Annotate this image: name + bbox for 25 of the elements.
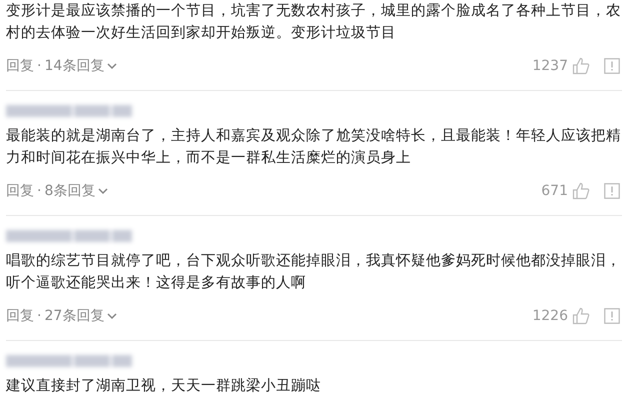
- report-icon[interactable]: [604, 58, 620, 74]
- chevron-down-icon[interactable]: [98, 188, 108, 194]
- like-count: 1226: [532, 308, 568, 324]
- like-count: 671: [541, 183, 568, 199]
- separator-dot: ·: [37, 183, 42, 199]
- chevron-down-icon[interactable]: [107, 62, 118, 70]
- reply-link[interactable]: 回复: [6, 182, 34, 200]
- separator-dot: ·: [37, 58, 42, 74]
- thumbs-up-icon[interactable]: [572, 307, 590, 325]
- like-count: 1237: [532, 58, 568, 74]
- comment-text: 唱歌的综艺节目就停了吧，台下观众听歌还能掉眼泪，我真怀疑他爹妈死时候他都没掉眼泪，听个逼歌还能哭出来！这得是多有故事的人啊: [6, 252, 622, 293]
- separator-dot: ·: [37, 308, 42, 324]
- comment-text: 建议直接封了湖南卫视，天天一群跳梁小丑蹦哒: [6, 376, 322, 396]
- reply-link[interactable]: 回复: [6, 57, 34, 75]
- report-icon[interactable]: [604, 183, 620, 199]
- reply-link[interactable]: 回复: [6, 307, 34, 325]
- replies-link[interactable]: 14条回复: [44, 57, 104, 75]
- thumbs-up-icon[interactable]: [572, 57, 590, 75]
- chevron-down-icon[interactable]: [107, 312, 118, 320]
- replies-link[interactable]: 8条回复: [44, 182, 96, 200]
- report-icon[interactable]: [604, 308, 620, 324]
- comment-text: 变形计是最应该禁播的一个节目，坑害了无数农村孩子，城里的露个脸成名了各种上节目，农村的去体验一次好生活回到家却开始叛逆。变形计垃圾节目: [6, 2, 622, 43]
- replies-link[interactable]: 27条回复: [44, 307, 104, 325]
- comment-text: 最能装的就是湖南台了，主持人和嘉宾及观众除了尬笑没啥特长，且最能装！年轻人应该把精力和时间花在振兴中华上，而不是一群私生活糜烂的演员身上: [6, 126, 622, 168]
- thumbs-up-icon[interactable]: [572, 182, 590, 200]
